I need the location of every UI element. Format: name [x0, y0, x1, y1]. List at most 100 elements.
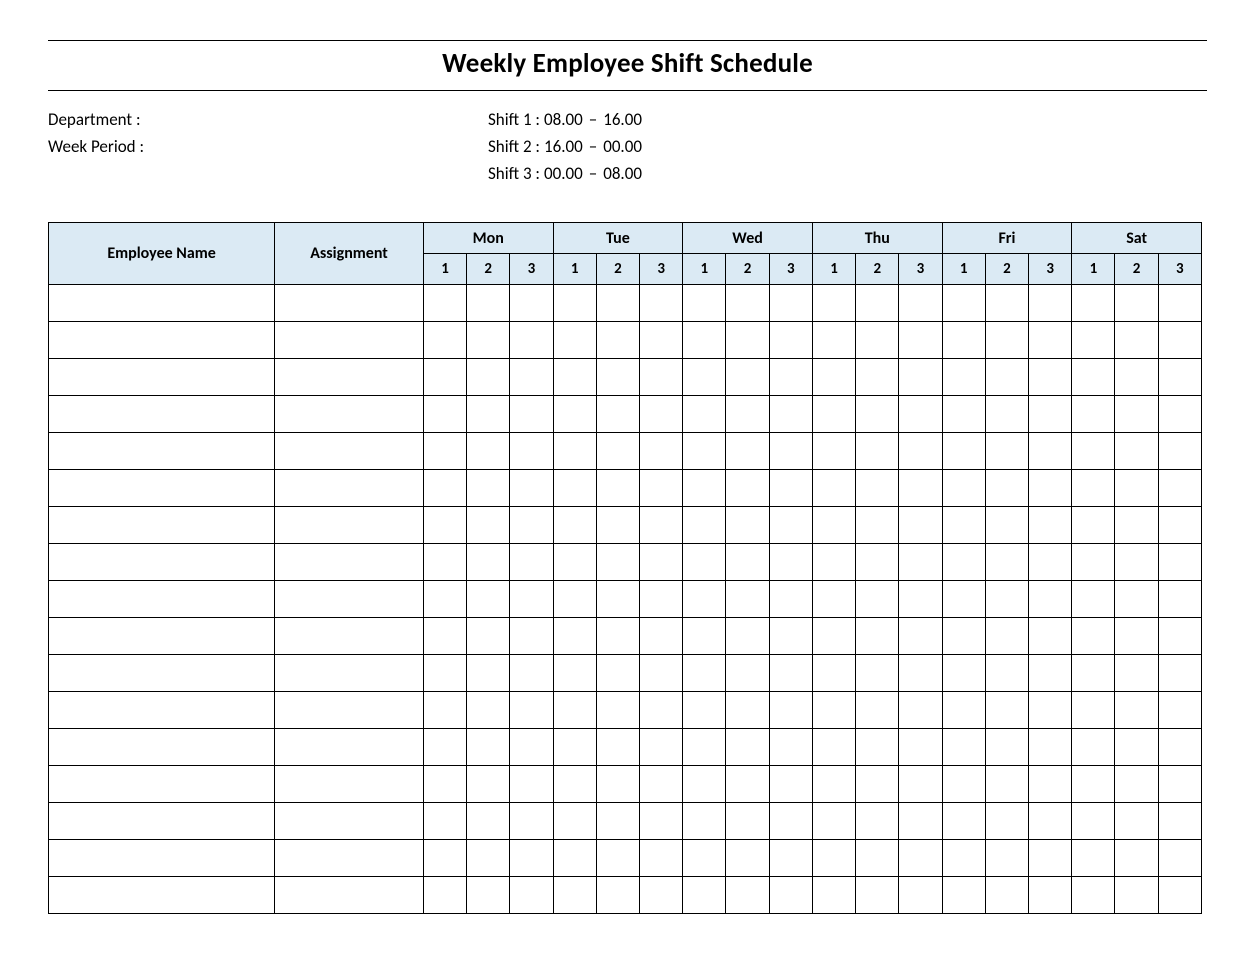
table-cell[interactable] [640, 655, 683, 692]
table-cell[interactable] [1115, 544, 1158, 581]
table-cell[interactable] [942, 766, 985, 803]
table-cell[interactable] [596, 877, 639, 914]
table-cell[interactable] [856, 840, 899, 877]
table-cell[interactable] [1072, 692, 1115, 729]
table-cell[interactable] [942, 433, 985, 470]
table-cell[interactable] [1029, 877, 1072, 914]
table-cell[interactable] [899, 729, 942, 766]
table-cell[interactable] [985, 803, 1028, 840]
table-cell[interactable] [596, 359, 639, 396]
table-cell[interactable] [942, 544, 985, 581]
table-cell[interactable] [1115, 396, 1158, 433]
table-cell[interactable] [553, 285, 596, 322]
table-cell[interactable] [1115, 655, 1158, 692]
table-cell[interactable] [899, 877, 942, 914]
table-cell[interactable] [1158, 803, 1201, 840]
table-cell[interactable] [553, 618, 596, 655]
table-cell[interactable] [275, 322, 424, 359]
table-cell[interactable] [899, 544, 942, 581]
table-cell[interactable] [1158, 655, 1201, 692]
table-cell[interactable] [856, 359, 899, 396]
table-cell[interactable] [1029, 433, 1072, 470]
table-cell[interactable] [1072, 285, 1115, 322]
table-cell[interactable] [812, 581, 855, 618]
table-cell[interactable] [812, 840, 855, 877]
table-cell[interactable] [510, 877, 553, 914]
table-cell[interactable] [640, 877, 683, 914]
table-cell[interactable] [49, 729, 275, 766]
table-cell[interactable] [467, 581, 510, 618]
table-cell[interactable] [769, 507, 812, 544]
table-cell[interactable] [942, 470, 985, 507]
table-cell[interactable] [596, 433, 639, 470]
table-cell[interactable] [1072, 470, 1115, 507]
table-cell[interactable] [423, 618, 466, 655]
table-cell[interactable] [1115, 359, 1158, 396]
table-cell[interactable] [942, 396, 985, 433]
table-cell[interactable] [640, 581, 683, 618]
table-cell[interactable] [812, 359, 855, 396]
table-cell[interactable] [726, 396, 769, 433]
table-cell[interactable] [467, 766, 510, 803]
table-cell[interactable] [726, 322, 769, 359]
table-cell[interactable] [942, 692, 985, 729]
table-cell[interactable] [1029, 692, 1072, 729]
table-cell[interactable] [510, 766, 553, 803]
table-cell[interactable] [856, 877, 899, 914]
table-cell[interactable] [726, 803, 769, 840]
table-cell[interactable] [1072, 581, 1115, 618]
table-cell[interactable] [1029, 803, 1072, 840]
table-cell[interactable] [683, 359, 726, 396]
table-cell[interactable] [1158, 285, 1201, 322]
table-cell[interactable] [769, 396, 812, 433]
table-cell[interactable] [856, 766, 899, 803]
table-cell[interactable] [640, 359, 683, 396]
table-cell[interactable] [942, 285, 985, 322]
table-cell[interactable] [769, 840, 812, 877]
table-cell[interactable] [769, 581, 812, 618]
table-cell[interactable] [596, 766, 639, 803]
table-cell[interactable] [553, 470, 596, 507]
table-cell[interactable] [1029, 396, 1072, 433]
table-cell[interactable] [467, 322, 510, 359]
table-cell[interactable] [856, 692, 899, 729]
table-cell[interactable] [726, 692, 769, 729]
table-cell[interactable] [985, 877, 1028, 914]
table-cell[interactable] [1072, 618, 1115, 655]
table-cell[interactable] [1072, 433, 1115, 470]
table-cell[interactable] [640, 544, 683, 581]
table-cell[interactable] [769, 433, 812, 470]
table-cell[interactable] [726, 766, 769, 803]
table-cell[interactable] [683, 322, 726, 359]
table-cell[interactable] [683, 766, 726, 803]
table-cell[interactable] [985, 322, 1028, 359]
table-cell[interactable] [942, 507, 985, 544]
table-cell[interactable] [942, 877, 985, 914]
table-cell[interactable] [596, 507, 639, 544]
table-cell[interactable] [812, 655, 855, 692]
table-cell[interactable] [553, 507, 596, 544]
table-cell[interactable] [856, 433, 899, 470]
table-cell[interactable] [726, 729, 769, 766]
table-cell[interactable] [683, 803, 726, 840]
table-cell[interactable] [985, 692, 1028, 729]
table-cell[interactable] [942, 618, 985, 655]
table-cell[interactable] [467, 877, 510, 914]
table-cell[interactable] [726, 359, 769, 396]
table-cell[interactable] [1072, 507, 1115, 544]
table-cell[interactable] [510, 655, 553, 692]
table-cell[interactable] [640, 507, 683, 544]
table-cell[interactable] [812, 470, 855, 507]
table-cell[interactable] [49, 618, 275, 655]
table-cell[interactable] [49, 544, 275, 581]
table-cell[interactable] [510, 544, 553, 581]
table-cell[interactable] [640, 840, 683, 877]
table-cell[interactable] [1115, 618, 1158, 655]
table-cell[interactable] [856, 581, 899, 618]
table-cell[interactable] [1158, 618, 1201, 655]
table-cell[interactable] [726, 470, 769, 507]
table-cell[interactable] [467, 507, 510, 544]
table-cell[interactable] [275, 396, 424, 433]
table-cell[interactable] [1158, 322, 1201, 359]
table-cell[interactable] [1158, 729, 1201, 766]
